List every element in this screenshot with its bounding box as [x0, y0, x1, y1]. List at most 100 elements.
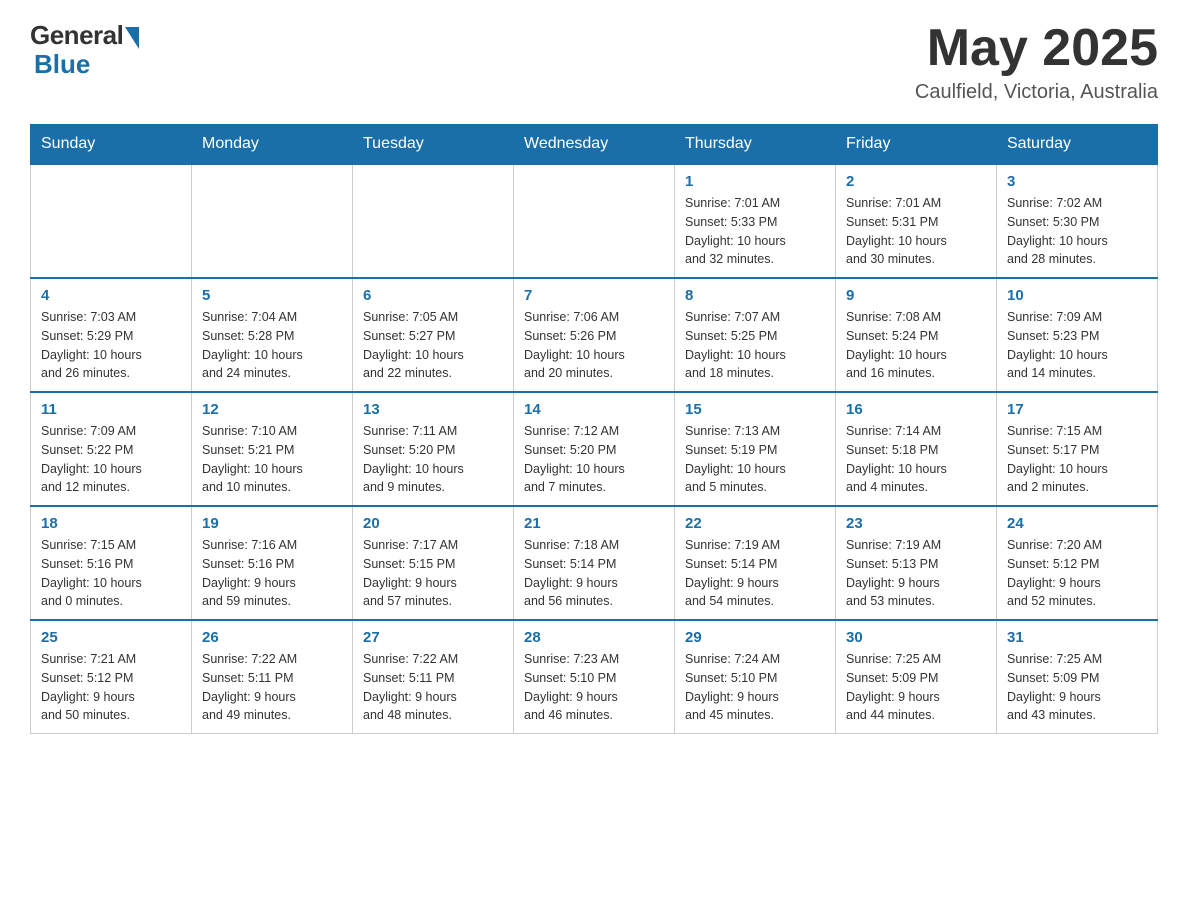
day-cell: 11 Sunrise: 7:09 AMSunset: 5:22 PMDayligh… [31, 392, 192, 506]
day-number: 14 [524, 401, 664, 418]
day-cell: 7 Sunrise: 7:06 AMSunset: 5:26 PMDaylight… [514, 278, 675, 392]
day-cell: 2 Sunrise: 7:01 AMSunset: 5:31 PMDaylight… [836, 164, 997, 278]
day-number: 23 [846, 515, 986, 532]
day-cell: 13 Sunrise: 7:11 AMSunset: 5:20 PMDayligh… [353, 392, 514, 506]
day-cell: 8 Sunrise: 7:07 AMSunset: 5:25 PMDaylight… [675, 278, 836, 392]
day-cell: 27 Sunrise: 7:22 AMSunset: 5:11 PMDayligh… [353, 620, 514, 734]
day-number: 20 [363, 515, 503, 532]
day-info: Sunrise: 7:14 AMSunset: 5:18 PMDaylight:… [846, 422, 986, 497]
day-info: Sunrise: 7:01 AMSunset: 5:33 PMDaylight:… [685, 194, 825, 269]
month-year: May 2025 [915, 20, 1158, 77]
calendar: SundayMondayTuesdayWednesdayThursdayFrid… [30, 124, 1158, 734]
day-cell: 10 Sunrise: 7:09 AMSunset: 5:23 PMDayligh… [997, 278, 1158, 392]
day-cell: 26Sunrise: 7:22 AMSunset: 5:11 PMDayligh… [192, 620, 353, 734]
day-cell: 15Sunrise: 7:13 AMSunset: 5:19 PMDayligh… [675, 392, 836, 506]
day-cell: 24 Sunrise: 7:20 AMSunset: 5:12 PMDayligh… [997, 506, 1158, 620]
logo-triangle-icon [125, 27, 139, 49]
day-number: 8 [685, 287, 825, 304]
day-cell: 23 Sunrise: 7:19 AMSunset: 5:13 PMDayligh… [836, 506, 997, 620]
day-number: 11 [41, 401, 181, 418]
day-info: Sunrise: 7:25 AMSunset: 5:09 PMDaylight:… [846, 650, 986, 725]
day-cell: 31 Sunrise: 7:25 AMSunset: 5:09 PMDayligh… [997, 620, 1158, 734]
day-number: 27 [363, 629, 503, 646]
day-info: Sunrise: 7:03 AMSunset: 5:29 PMDaylight:… [41, 308, 181, 383]
day-number: 10 [1007, 287, 1147, 304]
day-number: 5 [202, 287, 342, 304]
day-number: 26 [202, 629, 342, 646]
day-number: 6 [363, 287, 503, 304]
day-cell: 22Sunrise: 7:19 AMSunset: 5:14 PMDayligh… [675, 506, 836, 620]
day-info: Sunrise: 7:17 AMSunset: 5:15 PMDaylight:… [363, 536, 503, 611]
day-number: 7 [524, 287, 664, 304]
header: General Blue May 2025 Caulfield, Victori… [30, 20, 1158, 104]
weekday-header-sunday: Sunday [31, 125, 192, 165]
day-info: Sunrise: 7:02 AMSunset: 5:30 PMDaylight:… [1007, 194, 1147, 269]
day-number: 17 [1007, 401, 1147, 418]
day-info: Sunrise: 7:15 AMSunset: 5:17 PMDaylight:… [1007, 422, 1147, 497]
week-row-5: 25 Sunrise: 7:21 AMSunset: 5:12 PMDayligh… [31, 620, 1158, 734]
day-info: Sunrise: 7:16 AMSunset: 5:16 PMDaylight:… [202, 536, 342, 611]
day-info: Sunrise: 7:09 AMSunset: 5:22 PMDaylight:… [41, 422, 181, 497]
day-info: Sunrise: 7:10 AMSunset: 5:21 PMDaylight:… [202, 422, 342, 497]
logo-blue-text: Blue [30, 49, 90, 80]
day-number: 2 [846, 173, 986, 190]
day-info: Sunrise: 7:15 AMSunset: 5:16 PMDaylight:… [41, 536, 181, 611]
logo: General Blue [30, 20, 139, 80]
day-cell: 12Sunrise: 7:10 AMSunset: 5:21 PMDayligh… [192, 392, 353, 506]
day-number: 18 [41, 515, 181, 532]
day-info: Sunrise: 7:06 AMSunset: 5:26 PMDaylight:… [524, 308, 664, 383]
week-row-1: 1 Sunrise: 7:01 AMSunset: 5:33 PMDaylight… [31, 164, 1158, 278]
day-info: Sunrise: 7:08 AMSunset: 5:24 PMDaylight:… [846, 308, 986, 383]
week-row-4: 18 Sunrise: 7:15 AMSunset: 5:16 PMDayligh… [31, 506, 1158, 620]
day-info: Sunrise: 7:21 AMSunset: 5:12 PMDaylight:… [41, 650, 181, 725]
day-info: Sunrise: 7:24 AMSunset: 5:10 PMDaylight:… [685, 650, 825, 725]
day-info: Sunrise: 7:04 AMSunset: 5:28 PMDaylight:… [202, 308, 342, 383]
day-cell: 16Sunrise: 7:14 AMSunset: 5:18 PMDayligh… [836, 392, 997, 506]
day-cell: 3Sunrise: 7:02 AMSunset: 5:30 PMDaylight… [997, 164, 1158, 278]
day-info: Sunrise: 7:07 AMSunset: 5:25 PMDaylight:… [685, 308, 825, 383]
day-number: 22 [685, 515, 825, 532]
day-number: 30 [846, 629, 986, 646]
week-row-3: 11 Sunrise: 7:09 AMSunset: 5:22 PMDayligh… [31, 392, 1158, 506]
day-cell [514, 164, 675, 278]
day-info: Sunrise: 7:09 AMSunset: 5:23 PMDaylight:… [1007, 308, 1147, 383]
day-number: 13 [363, 401, 503, 418]
day-cell: 25 Sunrise: 7:21 AMSunset: 5:12 PMDayligh… [31, 620, 192, 734]
day-info: Sunrise: 7:20 AMSunset: 5:12 PMDaylight:… [1007, 536, 1147, 611]
day-number: 1 [685, 173, 825, 190]
day-number: 19 [202, 515, 342, 532]
location: Caulfield, Victoria, Australia [915, 81, 1158, 104]
day-cell: 28Sunrise: 7:23 AMSunset: 5:10 PMDayligh… [514, 620, 675, 734]
day-number: 29 [685, 629, 825, 646]
day-number: 4 [41, 287, 181, 304]
weekday-header-monday: Monday [192, 125, 353, 165]
weekday-header-tuesday: Tuesday [353, 125, 514, 165]
weekday-header-thursday: Thursday [675, 125, 836, 165]
day-cell: 21Sunrise: 7:18 AMSunset: 5:14 PMDayligh… [514, 506, 675, 620]
day-info: Sunrise: 7:19 AMSunset: 5:13 PMDaylight:… [846, 536, 986, 611]
day-cell: 30 Sunrise: 7:25 AMSunset: 5:09 PMDayligh… [836, 620, 997, 734]
day-info: Sunrise: 7:01 AMSunset: 5:31 PMDaylight:… [846, 194, 986, 269]
day-number: 21 [524, 515, 664, 532]
day-number: 9 [846, 287, 986, 304]
day-cell: 29 Sunrise: 7:24 AMSunset: 5:10 PMDayligh… [675, 620, 836, 734]
day-number: 15 [685, 401, 825, 418]
day-number: 24 [1007, 515, 1147, 532]
day-cell: 1 Sunrise: 7:01 AMSunset: 5:33 PMDaylight… [675, 164, 836, 278]
day-info: Sunrise: 7:11 AMSunset: 5:20 PMDaylight:… [363, 422, 503, 497]
day-info: Sunrise: 7:12 AMSunset: 5:20 PMDaylight:… [524, 422, 664, 497]
day-cell: 9 Sunrise: 7:08 AMSunset: 5:24 PMDaylight… [836, 278, 997, 392]
day-info: Sunrise: 7:25 AMSunset: 5:09 PMDaylight:… [1007, 650, 1147, 725]
day-number: 25 [41, 629, 181, 646]
day-cell: 18 Sunrise: 7:15 AMSunset: 5:16 PMDayligh… [31, 506, 192, 620]
day-cell: 6 Sunrise: 7:05 AMSunset: 5:27 PMDaylight… [353, 278, 514, 392]
day-cell: 5 Sunrise: 7:04 AMSunset: 5:28 PMDaylight… [192, 278, 353, 392]
day-info: Sunrise: 7:22 AMSunset: 5:11 PMDaylight:… [363, 650, 503, 725]
day-info: Sunrise: 7:23 AMSunset: 5:10 PMDaylight:… [524, 650, 664, 725]
logo-general-text: General [30, 20, 123, 51]
weekday-header-wednesday: Wednesday [514, 125, 675, 165]
title-area: May 2025 Caulfield, Victoria, Australia [915, 20, 1158, 104]
day-number: 31 [1007, 629, 1147, 646]
day-info: Sunrise: 7:05 AMSunset: 5:27 PMDaylight:… [363, 308, 503, 383]
day-cell: 17 Sunrise: 7:15 AMSunset: 5:17 PMDayligh… [997, 392, 1158, 506]
